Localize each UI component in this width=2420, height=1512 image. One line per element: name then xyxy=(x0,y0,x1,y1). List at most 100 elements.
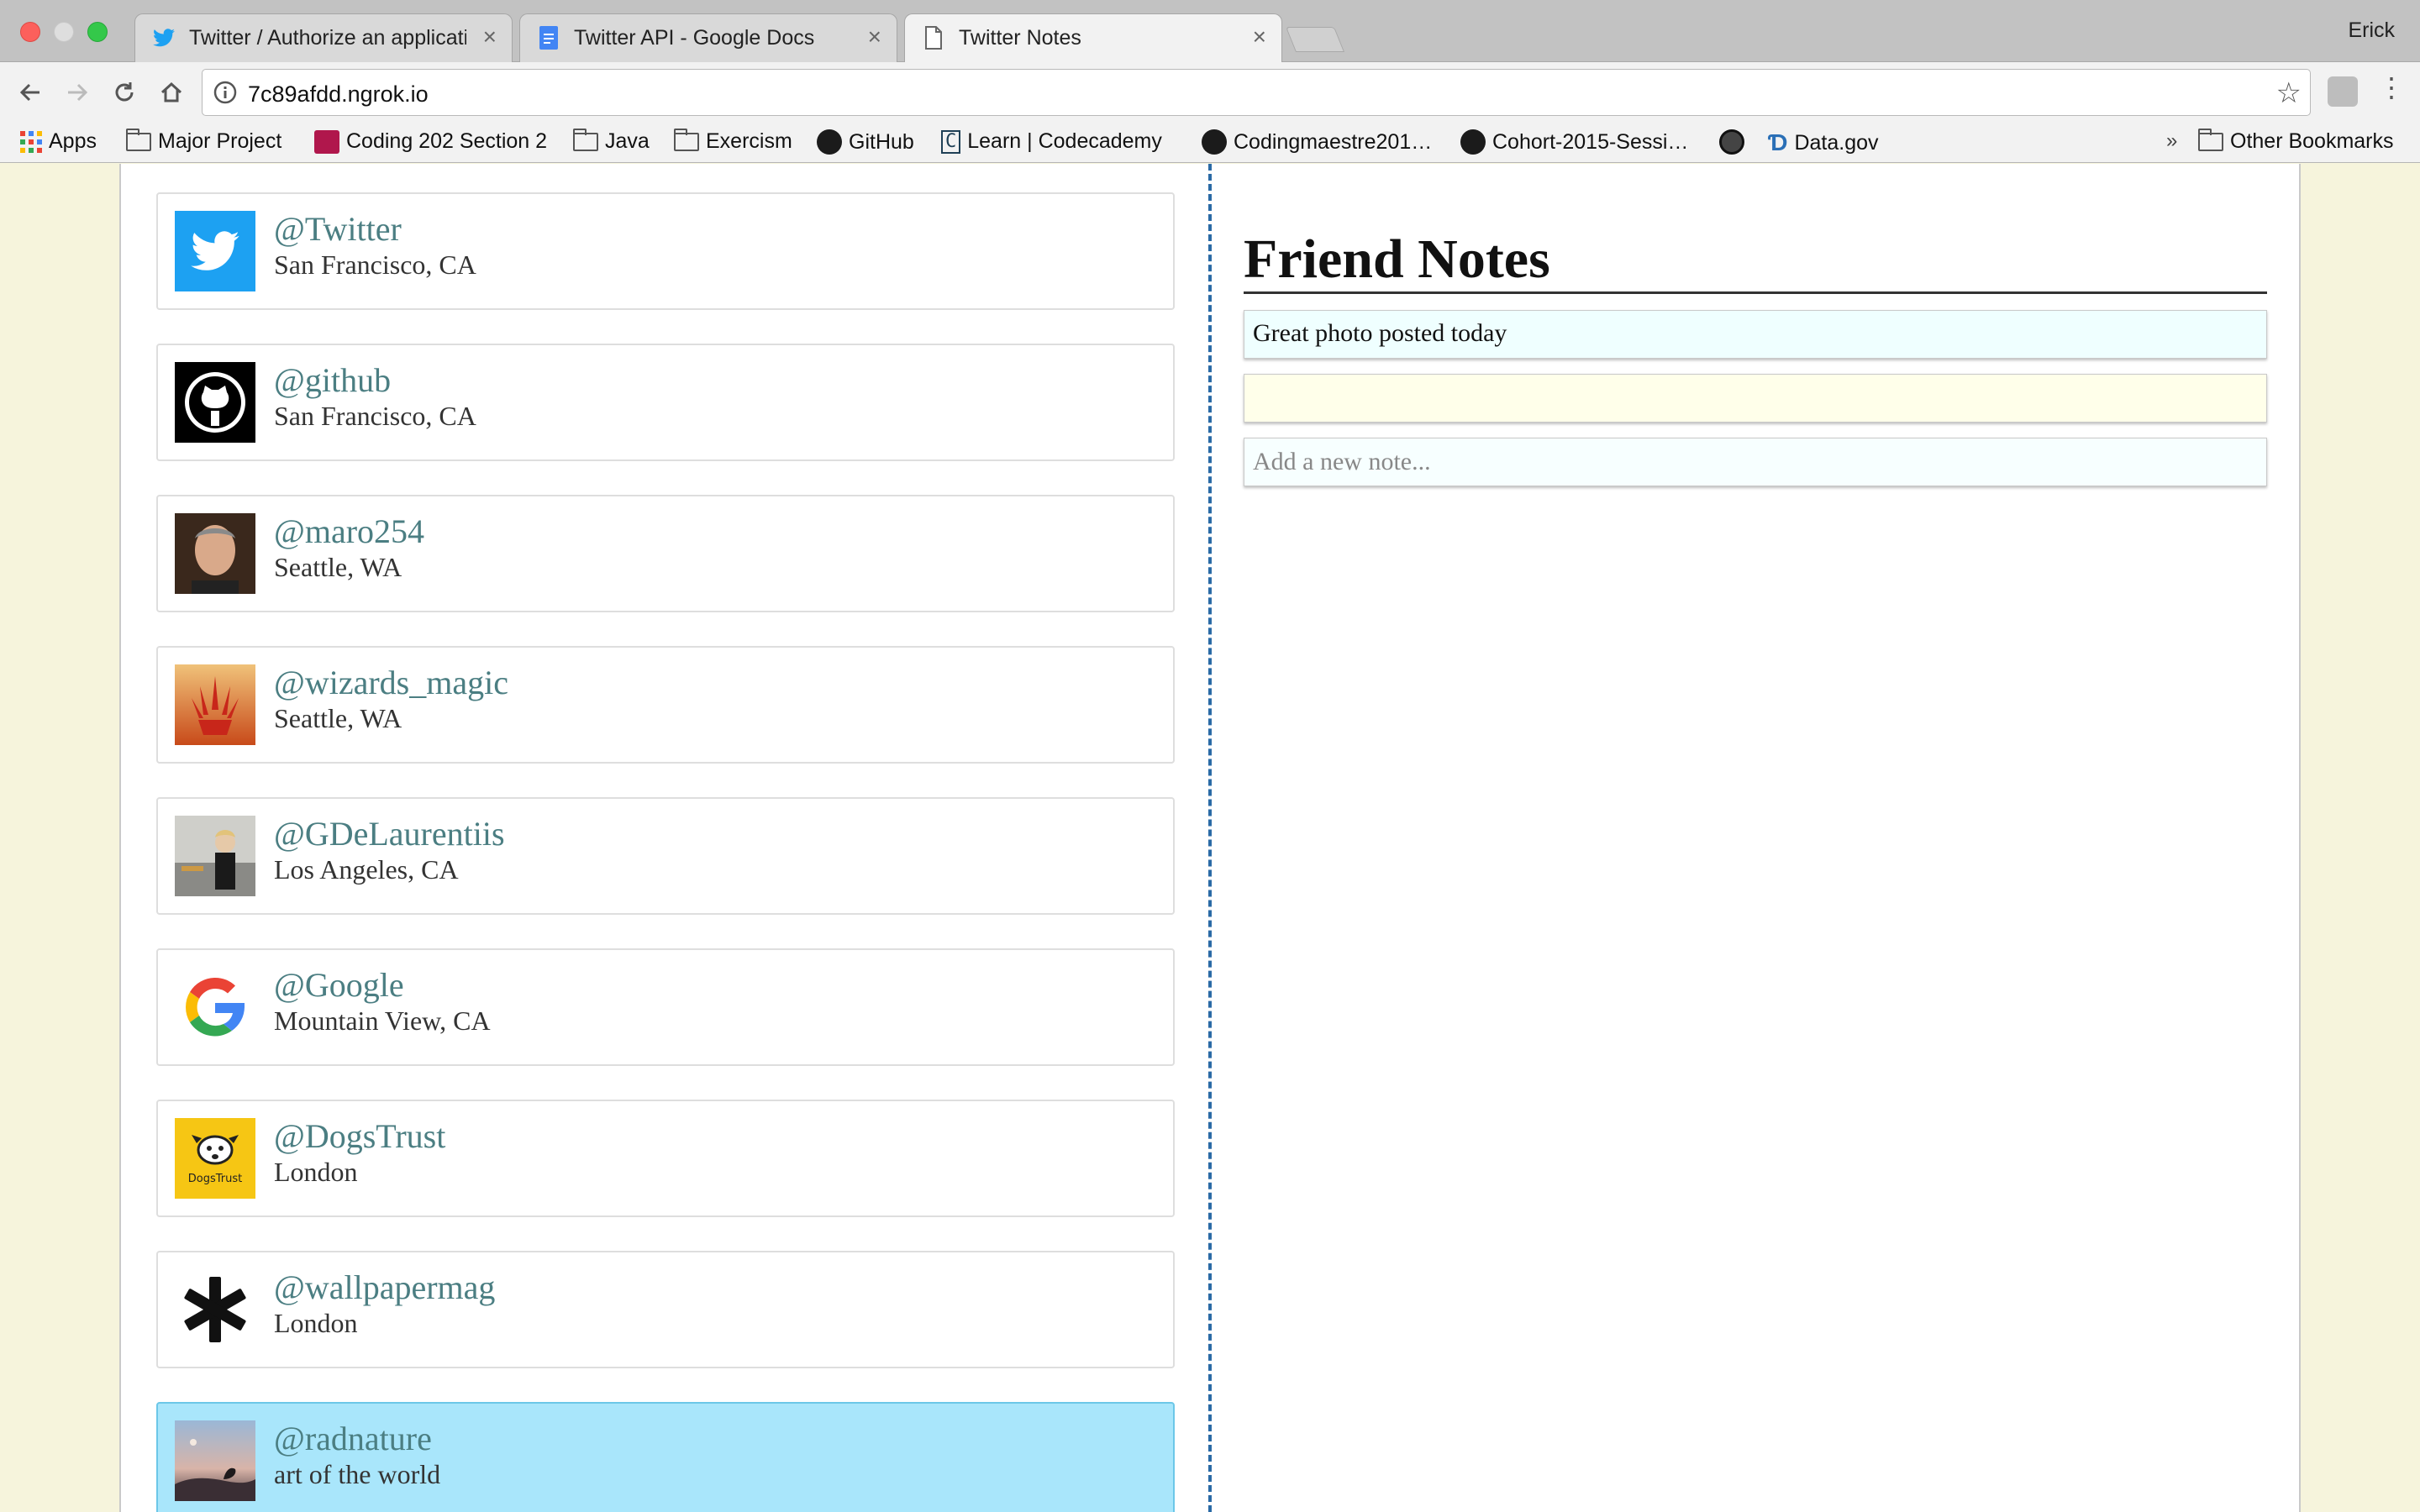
address-bar[interactable]: 7c89afdd.ngrok.io ☆ xyxy=(202,69,2311,116)
friend-card-selected[interactable]: @radnature art of the world xyxy=(156,1402,1175,1512)
friend-card[interactable]: @Google Mountain View, CA xyxy=(156,948,1175,1066)
friend-card[interactable]: DogsTrust @DogsTrust London xyxy=(156,1100,1175,1217)
magic-planeswalker-avatar xyxy=(175,664,255,745)
extension-icon[interactable] xyxy=(2328,76,2358,107)
bookmark-apps[interactable]: Apps xyxy=(20,129,97,154)
bookmark-label: Codingmaestre201… xyxy=(1234,129,1433,154)
browser-menu-icon[interactable]: ⋮ xyxy=(2378,74,2405,101)
bookmark-codecademy[interactable]: C Learn | Codecademy xyxy=(941,129,1162,154)
friend-location: art of the world xyxy=(274,1459,441,1489)
bookmark-cohort-2015[interactable]: Cohort-2015-Sessi… xyxy=(1460,129,1688,155)
note-item[interactable]: Great photo posted today xyxy=(1244,310,2267,359)
reload-button[interactable] xyxy=(106,74,143,111)
info-icon[interactable] xyxy=(213,80,238,109)
tab-close-icon[interactable]: × xyxy=(868,24,881,50)
bookmark-label: Apps xyxy=(49,129,97,153)
tab-google-docs[interactable]: Twitter API - Google Docs × xyxy=(519,13,897,62)
tab-title: Twitter / Authorize an applicati xyxy=(189,26,466,50)
datagov-icon: Ɗ xyxy=(1768,129,1788,155)
friend-location: Mountain View, CA xyxy=(274,1005,491,1036)
asterisk-avatar xyxy=(175,1269,255,1350)
friend-location: London xyxy=(274,1157,358,1187)
window-close-button[interactable] xyxy=(20,22,40,42)
github-octocat-avatar xyxy=(175,362,255,443)
friend-handle: @DogsTrust xyxy=(274,1117,446,1155)
friend-location: London xyxy=(274,1308,358,1338)
home-button[interactable] xyxy=(153,74,190,111)
home-icon xyxy=(160,81,182,102)
friend-location: San Francisco, CA xyxy=(274,401,476,431)
bookmark-codingmaestre[interactable]: Codingmaestre201… xyxy=(1202,129,1432,155)
browser-title-bar: Twitter / Authorize an applicati × Twitt… xyxy=(0,0,2420,63)
bookmark-label: Cohort-2015-Sessi… xyxy=(1492,129,1689,154)
folder-icon xyxy=(2198,128,2223,151)
window-minimize-button[interactable] xyxy=(54,22,74,42)
google-docs-icon xyxy=(537,26,560,50)
back-arrow-icon xyxy=(19,83,39,102)
profile-badge-icon xyxy=(314,129,339,154)
friend-card[interactable]: @GDeLaurentiis Los Angeles, CA xyxy=(156,797,1175,915)
github-icon xyxy=(817,129,842,155)
friend-location: San Francisco, CA xyxy=(274,249,476,280)
apps-grid-icon xyxy=(20,130,42,153)
tab-twitter-notes[interactable]: Twitter Notes × xyxy=(904,13,1282,63)
friend-location: Los Angeles, CA xyxy=(274,854,459,885)
bookmarks-bar: Apps Major Project Coding 202 Section 2 … xyxy=(0,123,2420,163)
tab-title: Twitter API - Google Docs xyxy=(574,26,815,50)
page-content: @Twitter San Francisco, CA @github San F… xyxy=(119,164,2301,1512)
new-tab-button[interactable] xyxy=(1285,27,1345,52)
folder-icon xyxy=(573,128,598,151)
svg-text:DogsTrust: DogsTrust xyxy=(188,1173,242,1185)
bookmark-java[interactable]: Java xyxy=(573,128,650,154)
google-g-avatar xyxy=(175,967,255,1047)
friend-location: Seattle, WA xyxy=(274,552,402,582)
friend-handle: @radnature xyxy=(274,1420,432,1457)
column-divider xyxy=(1208,164,1212,1512)
forward-button[interactable] xyxy=(59,74,96,111)
back-button[interactable] xyxy=(12,74,49,111)
window-zoom-button[interactable] xyxy=(87,22,108,42)
bookmark-label: Data.gov xyxy=(1794,130,1879,155)
bookmark-major-project[interactable]: Major Project xyxy=(126,128,281,154)
tab-title: Twitter Notes xyxy=(959,26,1081,50)
github-icon xyxy=(1202,129,1227,155)
folder-icon xyxy=(674,128,699,151)
friend-card[interactable]: @maro254 Seattle, WA xyxy=(156,495,1175,612)
twitter-bird-avatar xyxy=(175,211,255,291)
bookmark-github[interactable]: GitHub xyxy=(817,129,914,155)
tab-close-icon[interactable]: × xyxy=(483,24,497,50)
tab-close-icon[interactable]: × xyxy=(1253,24,1266,50)
bookmark-coding-202[interactable]: Coding 202 Section 2 xyxy=(314,129,547,154)
bookmark-github-circle[interactable] xyxy=(1719,129,1744,155)
bookmark-exercism[interactable]: Exercism xyxy=(674,128,792,154)
github-circle-icon xyxy=(1719,129,1744,155)
friend-handle: @maro254 xyxy=(274,512,425,550)
friend-card[interactable]: @Twitter San Francisco, CA xyxy=(156,192,1175,310)
person-kitchen-avatar xyxy=(175,816,255,896)
person-portrait-avatar xyxy=(175,513,255,594)
bookmark-star-icon[interactable]: ☆ xyxy=(2276,76,2302,110)
bookmark-label: Learn | Codecademy xyxy=(967,129,1162,153)
friend-handle: @Google xyxy=(274,966,404,1004)
friend-card[interactable]: @wizards_magic Seattle, WA xyxy=(156,646,1175,764)
dogs-trust-avatar: DogsTrust xyxy=(175,1118,255,1199)
github-icon xyxy=(1460,129,1486,155)
bookmark-label: GitHub xyxy=(849,129,914,154)
friend-card[interactable]: @wallpapermag London xyxy=(156,1251,1175,1368)
url-text[interactable]: 7c89afdd.ngrok.io xyxy=(248,81,429,108)
folder-icon xyxy=(126,128,151,151)
new-note-input[interactable] xyxy=(1244,438,2267,486)
friend-card[interactable]: @github San Francisco, CA xyxy=(156,344,1175,461)
note-item-empty[interactable] xyxy=(1244,374,2267,423)
friend-handle: @GDeLaurentiis xyxy=(274,815,505,853)
bookmark-other-bookmarks[interactable]: Other Bookmarks xyxy=(2198,128,2394,154)
bookmarks-overflow-icon[interactable]: » xyxy=(2166,129,2177,153)
friend-handle: @wallpapermag xyxy=(274,1268,496,1306)
document-icon xyxy=(922,26,945,50)
bookmark-datagov[interactable]: Ɗ Data.gov xyxy=(1768,129,1879,156)
browser-toolbar: 7c89afdd.ngrok.io ☆ ⋮ xyxy=(0,62,2420,123)
friend-handle: @wizards_magic xyxy=(274,664,508,701)
profile-name[interactable]: Erick xyxy=(2348,18,2395,43)
bookmark-label: Java xyxy=(605,129,650,153)
tab-twitter-authorize[interactable]: Twitter / Authorize an applicati × xyxy=(134,13,513,62)
